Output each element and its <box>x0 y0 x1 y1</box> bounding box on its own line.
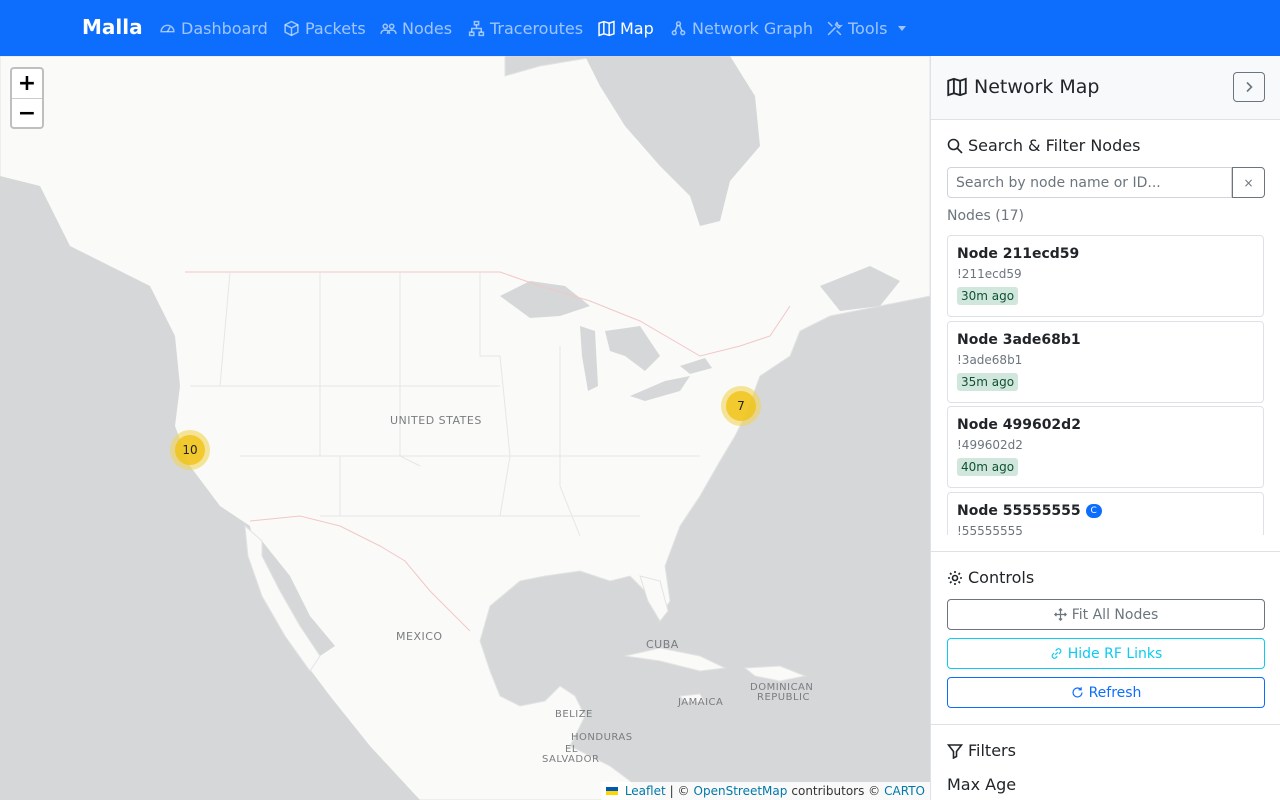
nav-packets[interactable]: Packets <box>283 0 366 56</box>
node-name: Node 499602d2 <box>957 416 1254 434</box>
search-section-title: Search & Filter Nodes <box>947 136 1140 155</box>
node-cluster-east[interactable]: 7 <box>721 386 761 426</box>
link-icon <box>1051 648 1062 659</box>
nav-dashboard[interactable]: Dashboard <box>159 0 268 56</box>
cluster-count: 10 <box>175 435 205 465</box>
node-name: Node 55555555 C <box>957 502 1254 520</box>
node-name: Node 211ecd59 <box>957 245 1254 263</box>
nav-map-label: Map <box>620 18 654 38</box>
sidebar-title-text: Network Map <box>974 76 1100 98</box>
refresh-icon <box>1071 687 1083 698</box>
fit-all-nodes-button[interactable]: Fit All Nodes <box>947 599 1265 630</box>
section-divider <box>931 551 1280 552</box>
map-label-honduras: HONDURAS <box>571 732 633 743</box>
network-icon <box>671 20 686 35</box>
sidebar-header: Network Map <box>931 56 1280 120</box>
role-badge: C <box>1085 504 1102 518</box>
chevron-right-icon <box>1246 81 1253 93</box>
brand-logo[interactable]: Malla <box>82 15 143 39</box>
nav-nodes[interactable]: Nodes <box>380 0 452 56</box>
node-name-text: Node 55555555 <box>957 503 1081 519</box>
map-sidebar: Network Map Search & Filter Nodes × Node… <box>930 56 1280 800</box>
map-label-cuba: CUBA <box>646 638 679 651</box>
map-label-mexico: MEXICO <box>396 630 443 643</box>
cluster-count: 7 <box>726 391 756 421</box>
map-label-republic: REPUBLIC <box>757 692 810 703</box>
filters-label: Filters <box>968 741 1016 760</box>
map-icon <box>598 20 615 36</box>
node-list[interactable]: Node 211ecd59 !211ecd59 30m ago Node 3ad… <box>947 235 1265 535</box>
leaflet-link[interactable]: Leaflet <box>625 784 666 798</box>
nav-dashboard-label: Dashboard <box>181 18 268 38</box>
node-card[interactable]: Node 499602d2 !499602d2 40m ago <box>947 406 1264 488</box>
node-name-text: Node 211ecd59 <box>957 246 1080 262</box>
node-card[interactable]: Node 211ecd59 !211ecd59 30m ago <box>947 235 1264 317</box>
map-icon <box>947 77 967 97</box>
attribution-contributors: contributors © <box>791 784 881 798</box>
filter-icon <box>947 743 963 759</box>
gear-icon <box>948 570 962 585</box>
filters-section-title: Filters <box>947 741 1016 760</box>
node-cluster-west[interactable]: 10 <box>170 430 210 470</box>
nav-tools-label: Tools <box>848 18 888 38</box>
node-name-text: Node 3ade68b1 <box>957 332 1081 348</box>
zoom-control: + − <box>10 67 44 129</box>
map-attribution: Leaflet | © OpenStreetMap contributors ©… <box>600 782 930 800</box>
last-seen-badge: 30m ago <box>957 287 1019 305</box>
hide-rf-links-button[interactable]: Hide RF Links <box>947 638 1265 669</box>
people-icon <box>380 23 397 34</box>
ukraine-flag-icon <box>605 787 618 795</box>
nav-traceroutes-label: Traceroutes <box>490 18 584 38</box>
map-label-belize: BELIZE <box>555 709 593 720</box>
osm-link[interactable]: OpenStreetMap <box>694 784 788 798</box>
zoom-out-button[interactable]: − <box>12 98 42 127</box>
controls-label: Controls <box>968 568 1035 587</box>
box-icon <box>284 20 299 36</box>
refresh-label: Refresh <box>1088 684 1142 701</box>
sidebar-title: Network Map <box>947 76 1099 98</box>
node-card[interactable]: Node 3ade68b1 !3ade68b1 35m ago <box>947 321 1264 403</box>
chevron-down-icon <box>898 25 907 31</box>
max-age-label: Max Age <box>947 775 1017 794</box>
collapse-sidebar-button[interactable] <box>1233 72 1265 102</box>
nav-traceroutes[interactable]: Traceroutes <box>468 0 583 56</box>
zoom-in-button[interactable]: + <box>12 69 42 98</box>
map-label-jamaica: JAMAICA <box>678 697 724 708</box>
refresh-button[interactable]: Refresh <box>947 677 1265 708</box>
network-map[interactable]: UNITED STATES MEXICO CUBA JAMAICA DOMINI… <box>0 56 930 800</box>
section-divider <box>931 724 1280 725</box>
map-label-us: UNITED STATES <box>390 414 482 427</box>
carto-link[interactable]: CARTO <box>884 784 925 798</box>
node-id: !3ade68b1 <box>957 353 1023 367</box>
nav-packets-label: Packets <box>305 18 366 38</box>
nav-map[interactable]: Map <box>598 0 654 56</box>
controls-section-title: Controls <box>947 568 1034 587</box>
search-section-label: Search & Filter Nodes <box>968 136 1141 155</box>
nodes-count: Nodes (17) <box>947 208 1025 224</box>
attribution-separator: | © <box>669 784 690 798</box>
speedometer-icon <box>160 24 175 32</box>
tools-icon <box>827 21 843 35</box>
nav-nodes-label: Nodes <box>402 18 453 38</box>
node-card[interactable]: Node 55555555 C !55555555 <box>947 492 1264 535</box>
node-name: Node 3ade68b1 <box>957 331 1254 349</box>
nav-network-graph-label: Network Graph <box>692 18 813 38</box>
clear-search-button[interactable]: × <box>1232 167 1265 198</box>
diagram-icon <box>468 20 485 36</box>
nav-tools-dropdown[interactable]: Tools <box>826 0 907 56</box>
top-navbar: Malla Dashboard Packets Nodes Traceroute… <box>0 0 1280 56</box>
node-id: !499602d2 <box>957 438 1023 452</box>
node-name-text: Node 499602d2 <box>957 417 1081 433</box>
node-id: !211ecd59 <box>957 267 1022 281</box>
search-icon <box>947 138 963 154</box>
map-label-salvador: SALVADOR <box>542 754 600 765</box>
last-seen-badge: 40m ago <box>957 458 1019 476</box>
arrows-move-icon <box>1053 608 1067 621</box>
nav-network-graph[interactable]: Network Graph <box>670 0 813 56</box>
fit-all-nodes-label: Fit All Nodes <box>1071 606 1159 623</box>
hide-rf-links-label: Hide RF Links <box>1067 645 1163 662</box>
node-search-input[interactable] <box>947 167 1232 198</box>
last-seen-badge: 35m ago <box>957 373 1019 391</box>
node-id: !55555555 <box>957 524 1023 535</box>
